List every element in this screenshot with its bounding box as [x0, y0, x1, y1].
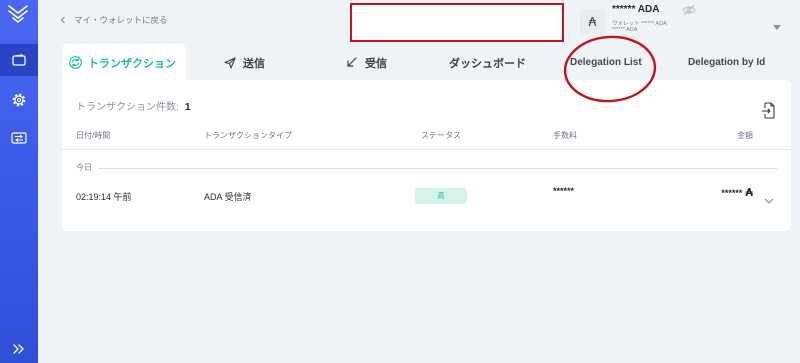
chevron-down-icon — [764, 198, 774, 204]
date-group-divider — [98, 168, 777, 169]
tab-label: ダッシュボード — [449, 57, 526, 70]
tab-transactions[interactable]: トランザクション — [62, 44, 186, 81]
tab-label: Delegation by Id — [688, 57, 766, 68]
tab-bar: トランザクション 送信 受信 ダッシュボード Delegation List D… — [62, 44, 791, 81]
back-to-wallets-link[interactable]: マイ・ウォレットに戻る — [58, 12, 168, 28]
transaction-type: ADA 受信済 — [204, 192, 252, 202]
transactions-icon — [69, 56, 82, 69]
sidebar-item-settings[interactable] — [0, 84, 38, 116]
yoroi-logo-icon[interactable] — [6, 3, 30, 30]
column-header-date: 日付/時間 — [76, 131, 111, 140]
ada-currency-icon: ₳ — [580, 9, 605, 34]
status-label: 高 — [437, 193, 445, 200]
export-transactions-button[interactable] — [761, 102, 775, 124]
eye-off-icon — [682, 4, 696, 16]
transactions-panel: トランザクション件数: 1 日付/時間 トランザクションタイプ ステータス 手数… — [62, 80, 791, 231]
status-badge: 高 — [415, 188, 467, 204]
sidebar-expand-button[interactable] — [0, 333, 38, 363]
tab-label: トランザクション — [88, 57, 176, 70]
send-icon — [224, 56, 236, 69]
caret-down-icon — [773, 25, 781, 30]
transaction-time: 02:19:14 午前 — [76, 192, 132, 202]
tab-delegation-by-id[interactable]: Delegation by Id — [688, 44, 765, 81]
tab-label: 送信 — [243, 57, 265, 70]
rewards-balance-line: ****** ADA — [612, 27, 638, 33]
gear-icon — [12, 93, 26, 107]
tab-delegation-list[interactable]: Delegation List — [570, 44, 642, 81]
wallet-balance-line: ウォレット ****** ADA — [612, 21, 667, 27]
tab-receive[interactable]: 受信 — [346, 44, 387, 81]
transaction-count-value: 1 — [184, 101, 191, 113]
receive-icon — [347, 57, 357, 67]
sidebar-item-wallet[interactable] — [0, 44, 38, 76]
header-divider — [62, 149, 791, 150]
amount-value: ****** — [721, 187, 743, 198]
column-header-status: ステータス — [421, 131, 461, 140]
wallet-dropdown-button[interactable] — [773, 17, 781, 35]
wallet-icon — [12, 54, 26, 66]
sidebar-item-transfer[interactable] — [0, 121, 38, 153]
column-header-amount: 金額 — [737, 131, 753, 140]
double-chevron-right-icon — [13, 344, 24, 354]
tab-send[interactable]: 送信 — [224, 44, 265, 81]
transaction-amount: ****** ₳ — [721, 186, 753, 199]
transfer-icon — [11, 131, 27, 144]
export-icon — [762, 102, 775, 119]
tab-label: Delegation List — [570, 57, 642, 68]
column-header-type: トランザクションタイプ — [204, 131, 292, 140]
wallet-balance: ****** ADA — [612, 4, 660, 15]
annotation-highlight-box — [350, 3, 564, 42]
column-header-fee: 手数料 — [553, 131, 577, 140]
toggle-balance-visibility-button[interactable] — [682, 3, 696, 21]
chevron-left-icon — [60, 16, 65, 24]
currency-symbol: ₳ — [588, 14, 597, 29]
tab-dashboard[interactable]: ダッシュボード — [449, 44, 526, 81]
date-group-label: 今日 — [76, 163, 92, 172]
sidebar — [0, 0, 38, 363]
amount-currency-symbol: ₳ — [745, 186, 753, 199]
transaction-count: トランザクション件数: 1 — [76, 98, 191, 113]
back-label: マイ・ウォレットに戻る — [74, 15, 168, 25]
transaction-fee: ****** — [553, 186, 575, 196]
expand-row-button[interactable] — [764, 192, 774, 210]
tab-label: 受信 — [365, 57, 387, 70]
transaction-count-label: トランザクション件数: — [76, 102, 179, 113]
